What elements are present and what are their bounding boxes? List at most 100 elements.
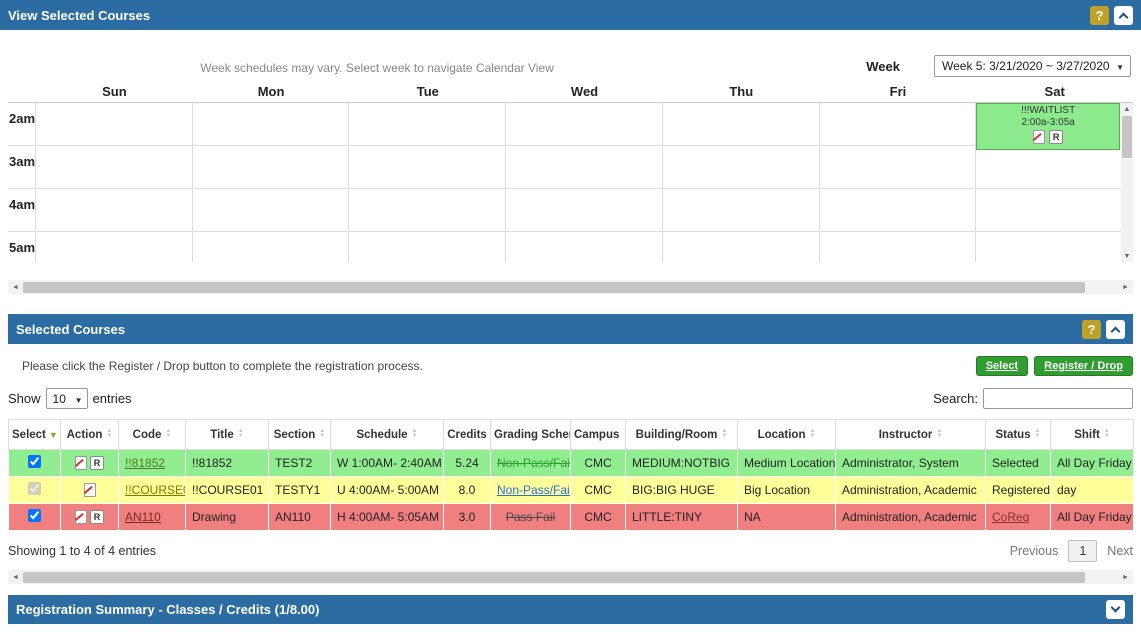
scrollbar-thumb[interactable] <box>23 572 1085 583</box>
day-header-tue: Tue <box>349 84 506 102</box>
calendar-grid: Sun Mon Tue Wed Thu Fri Sat 2am !!!WAITL… <box>8 84 1133 262</box>
row-select-checkbox[interactable] <box>28 509 41 522</box>
register-drop-button[interactable]: Register / Drop <box>1034 356 1133 376</box>
day-header-wed: Wed <box>506 84 663 102</box>
column-header-location[interactable]: Location <box>738 420 836 450</box>
week-select[interactable]: Week 5: 3/21/2020 ~ 3/27/2020 <box>934 55 1131 77</box>
scroll-down-arrow-icon[interactable] <box>1121 250 1133 262</box>
calendar-cell <box>36 103 193 146</box>
row-select-checkbox[interactable] <box>28 455 41 468</box>
course-code-link[interactable]: AN110 <box>125 510 161 524</box>
scroll-right-arrow-icon[interactable] <box>1118 280 1133 294</box>
previous-page-button[interactable]: Previous <box>1010 544 1059 558</box>
chevron-down-icon <box>75 392 83 406</box>
search-input[interactable] <box>983 388 1133 409</box>
calendar-cell <box>820 189 977 232</box>
scroll-left-arrow-icon[interactable] <box>8 280 23 294</box>
next-page-button[interactable]: Next <box>1107 544 1133 558</box>
view-selected-courses-header: View Selected Courses ? <box>0 0 1141 30</box>
page-number-button[interactable]: 1 <box>1068 540 1097 562</box>
action-cell: R <box>61 504 119 531</box>
scroll-left-arrow-icon[interactable] <box>8 570 23 584</box>
column-header-select[interactable]: Select <box>9 420 61 450</box>
status-text: Registered <box>992 483 1050 497</box>
calendar-cell <box>663 103 820 146</box>
calendar-cell <box>193 103 350 146</box>
calendar-cell <box>506 189 663 232</box>
table-header-row: Select Action Code Title Section Schedul… <box>9 420 1134 450</box>
selected-courses-table: Select Action Code Title Section Schedul… <box>8 419 1134 531</box>
column-header-code[interactable]: Code <box>119 420 186 450</box>
calendar-cell <box>663 189 820 232</box>
scroll-right-arrow-icon[interactable] <box>1118 570 1133 584</box>
register-icon[interactable]: R <box>1049 130 1063 144</box>
calendar-cell <box>820 146 977 189</box>
grading-cell: Non-Pass/Fail <box>491 450 571 477</box>
expand-icon[interactable] <box>1106 600 1125 619</box>
course-row: R !!81852 !!81852 TEST2 W 1:00AM- 2:40AM… <box>9 450 1134 477</box>
sort-icon <box>721 429 727 439</box>
action-cell <box>61 477 119 504</box>
action-cell: R <box>61 450 119 477</box>
status-text: Selected <box>992 456 1039 470</box>
selected-courses-header: Selected Courses ? <box>8 314 1133 344</box>
help-icon[interactable]: ? <box>1082 320 1101 339</box>
calendar-cell <box>36 232 193 262</box>
calendar-cell <box>193 146 350 189</box>
time-label-5am: 5am <box>8 232 36 262</box>
day-header-mon: Mon <box>193 84 350 102</box>
drop-icon[interactable] <box>1033 130 1045 144</box>
grading-scheme-text: Non-Pass/Fail <box>497 456 571 470</box>
status-cell: CoReq <box>986 504 1051 531</box>
help-icon[interactable]: ? <box>1090 6 1109 25</box>
schedule-cell: U 4:00AM- 5:00AM <box>331 477 444 504</box>
column-header-grading-scheme[interactable]: Grading Scheme <box>491 420 571 450</box>
campus-cell: CMC <box>571 477 626 504</box>
schedule-cell: W 1:00AM- 2:40AM <box>331 450 444 477</box>
waitlist-event[interactable]: !!!WAITLIST 2:00a-3:05a R <box>976 103 1120 150</box>
table-horizontal-scrollbar[interactable] <box>8 570 1133 584</box>
scroll-up-arrow-icon[interactable] <box>1121 103 1133 115</box>
column-header-campus[interactable]: Campus <box>571 420 626 450</box>
scrollbar-thumb[interactable] <box>23 282 1085 293</box>
column-header-credits[interactable]: Credits <box>444 420 491 450</box>
calendar-horizontal-scrollbar[interactable] <box>8 280 1133 294</box>
grading-scheme-link[interactable]: Non-Pass/Fail <box>497 483 571 497</box>
course-row: R AN110 Drawing AN110 H 4:00AM- 5:05AM 3… <box>9 504 1134 531</box>
calendar-cell <box>820 103 977 146</box>
calendar-cell <box>820 232 977 262</box>
select-button[interactable]: Select <box>976 356 1028 376</box>
column-header-action[interactable]: Action <box>61 420 119 450</box>
calendar-vertical-scrollbar[interactable] <box>1121 103 1133 262</box>
drop-icon[interactable] <box>75 456 87 470</box>
course-code-link[interactable]: !!81852 <box>125 456 165 470</box>
status-link[interactable]: CoReq <box>992 510 1029 524</box>
chevron-up-icon <box>1111 326 1121 336</box>
calendar-cell <box>976 189 1133 232</box>
register-icon[interactable]: R <box>90 456 104 470</box>
column-header-schedule[interactable]: Schedule <box>331 420 444 450</box>
page-length-select[interactable]: 10 <box>46 388 88 409</box>
time-label-2am: 2am <box>8 103 36 146</box>
title-cell: Drawing <box>186 504 269 531</box>
scrollbar-thumb[interactable] <box>1122 116 1132 158</box>
drop-icon[interactable] <box>84 483 96 497</box>
credits-cell: 8.0 <box>444 477 491 504</box>
column-header-building-room[interactable]: Building/Room <box>626 420 738 450</box>
register-icon[interactable]: R <box>90 510 104 524</box>
column-header-title[interactable]: Title <box>186 420 269 450</box>
code-cell: !!81852 <box>119 450 186 477</box>
column-header-section[interactable]: Section <box>269 420 331 450</box>
selected-courses-panel: Please click the Register / Drop button … <box>8 356 1133 531</box>
course-code-link[interactable]: !!COURSE01 <box>125 483 186 497</box>
column-header-status[interactable]: Status <box>986 420 1051 450</box>
drop-icon[interactable] <box>75 510 87 524</box>
section-cell: TEST2 <box>269 450 331 477</box>
showing-entries-text: Showing 1 to 4 of 4 entries <box>8 544 156 558</box>
column-header-shift[interactable]: Shift <box>1051 420 1134 450</box>
calendar-cell <box>349 232 506 262</box>
collapse-icon[interactable] <box>1114 6 1133 25</box>
column-header-instructor[interactable]: Instructor <box>836 420 986 450</box>
sort-icon <box>936 429 942 439</box>
collapse-icon[interactable] <box>1106 320 1125 339</box>
